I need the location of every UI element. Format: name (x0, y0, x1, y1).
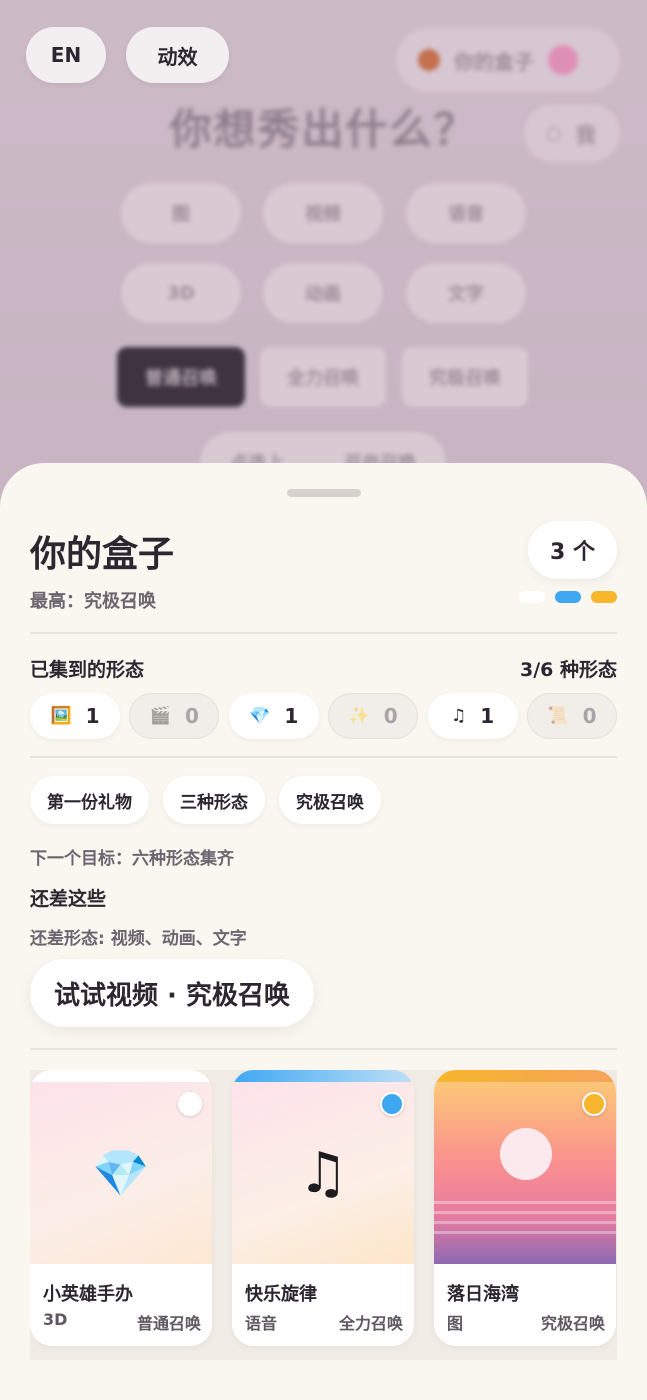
form-count: 0 (582, 704, 597, 728)
item-count-badge: 3 个 (528, 521, 617, 579)
collection-card[interactable]: ♫ 快乐旋律 语音 全力召唤 (232, 1070, 414, 1346)
achievement-first-gift: 第一份礼物 (30, 776, 149, 824)
card-accent-strip (232, 1070, 414, 1082)
box-avatar-icon (418, 49, 440, 71)
water-lines (434, 1194, 616, 1244)
card-accent-strip (434, 1070, 616, 1082)
bg-summon-full: 全力召唤 (260, 347, 386, 407)
card-meta: 图 究极召唤 (447, 1310, 605, 1334)
sheet-drag-handle[interactable] (287, 489, 361, 497)
card-type: 图 (447, 1314, 464, 1333)
collection-cards: 💎 小英雄手办 3D 普通召唤 ♫ 快乐旋律 语音 全力召唤 落日海湾 图 究极… (30, 1070, 617, 1360)
card-type: 3D (43, 1310, 68, 1329)
clapperboard-icon: 🎬 (149, 706, 172, 726)
sparkles-icon: ✨ (348, 706, 370, 726)
music-note-icon: ♫ (297, 1140, 349, 1206)
form-count: 1 (480, 704, 495, 728)
user-ring-icon: ○ (546, 122, 562, 144)
form-chip-animation[interactable]: ✨ 0 (328, 693, 419, 739)
sun-shape (500, 1128, 552, 1180)
background-app: 你想秀出什么？ 你的盒子 ○ 我 图 视频 语音 3D 动画 文字 普通召唤 全… (0, 0, 647, 520)
card-meta: 3D 普通召唤 (43, 1310, 201, 1334)
bg-summon-normal: 普通召唤 (117, 347, 245, 407)
divider (30, 756, 617, 758)
card-name: 落日海湾 (447, 1284, 519, 1305)
collection-card[interactable]: 落日海湾 图 究极召唤 (434, 1070, 616, 1346)
form-count: 1 (85, 704, 100, 728)
language-button[interactable]: EN (26, 27, 106, 83)
bg-chip-video: 视频 (263, 183, 383, 243)
box-bottom-sheet: 你的盒子 最高：究极召唤 3 个 已集到的形态 3/6 种形态 🖼️ 1 🎬 0… (0, 463, 647, 1400)
tier-dot-normal (519, 591, 545, 603)
bg-summon-ultimate: 究极召唤 (402, 347, 528, 407)
bg-chip-text: 文字 (406, 263, 526, 323)
next-goal-text: 下一个目标：六种形态集齐 (30, 849, 234, 869)
card-type: 语音 (245, 1314, 278, 1333)
achievement-ultimate: 究极召唤 (279, 776, 381, 824)
bg-chip-animation: 动画 (263, 263, 383, 323)
form-chip-3d[interactable]: 💎 1 (228, 693, 319, 739)
card-select-dot[interactable] (178, 1092, 202, 1116)
effects-toggle-button[interactable]: 动效 (126, 27, 229, 83)
bg-chip-voice: 语音 (406, 183, 526, 243)
form-chip-voice[interactable]: ♫ 1 (427, 693, 518, 739)
tier-dots (519, 591, 617, 603)
sheet-title: 你的盒子 (30, 534, 175, 575)
tier-dot-ultimate (591, 591, 617, 603)
form-count: 0 (185, 704, 199, 728)
card-select-dot[interactable] (582, 1092, 606, 1116)
card-name: 小英雄手办 (43, 1284, 133, 1305)
form-chip-image[interactable]: 🖼️ 1 (30, 693, 120, 739)
tier-dot-full (555, 591, 581, 603)
bg-chip-3d: 3D (121, 263, 241, 323)
form-count: 1 (284, 704, 299, 728)
form-chips: 🖼️ 1 🎬 0 💎 1 ✨ 0 ♫ 1 📜 0 (30, 693, 617, 739)
card-tier: 全力召唤 (338, 1314, 403, 1333)
missing-forms-text: 还差形态: 视频、动画、文字 (30, 929, 247, 949)
background-blur-layer: 你想秀出什么？ 你的盒子 ○ 我 图 视频 语音 3D 动画 文字 普通召唤 全… (0, 0, 647, 520)
collected-forms-progress: 3/6 种形态 (520, 659, 617, 681)
scroll-icon: 📜 (547, 706, 569, 726)
form-chip-video[interactable]: 🎬 0 (129, 693, 220, 739)
divider (30, 632, 617, 634)
background-me-label: 我 (575, 122, 596, 147)
music-note-icon: ♫ (450, 706, 467, 726)
bg-chip-image: 图 (121, 183, 241, 243)
background-me-pill: ○ 我 (524, 104, 620, 162)
form-chip-text[interactable]: 📜 0 (526, 693, 617, 739)
achievement-badges: 第一份礼物 三种形态 究极召唤 (30, 776, 381, 824)
card-accent-strip (30, 1070, 212, 1082)
image-icon: 🖼️ (50, 706, 72, 726)
try-video-ultimate-button[interactable]: 试试视频 · 究极召唤 (30, 959, 314, 1027)
gem-icon: 💎 (249, 706, 271, 726)
background-box-pill: 你的盒子 (396, 28, 620, 92)
card-meta: 语音 全力召唤 (245, 1310, 403, 1334)
card-select-dot[interactable] (380, 1092, 404, 1116)
missing-heading: 还差这些 (30, 888, 107, 910)
gem-icon: 💎 (92, 1145, 150, 1200)
divider (30, 1048, 617, 1050)
collection-card[interactable]: 💎 小英雄手办 3D 普通召唤 (30, 1070, 212, 1346)
card-tier: 究极召唤 (540, 1314, 605, 1333)
best-summon-label: 最高：究极召唤 (30, 591, 156, 612)
card-tier: 普通召唤 (136, 1314, 201, 1333)
achievement-three-forms: 三种形态 (163, 776, 265, 824)
form-count: 0 (383, 704, 398, 728)
box-count-badge (548, 45, 578, 75)
collected-forms-label: 已集到的形态 (30, 659, 145, 681)
background-box-label: 你的盒子 (454, 49, 534, 74)
card-name: 快乐旋律 (245, 1284, 317, 1305)
